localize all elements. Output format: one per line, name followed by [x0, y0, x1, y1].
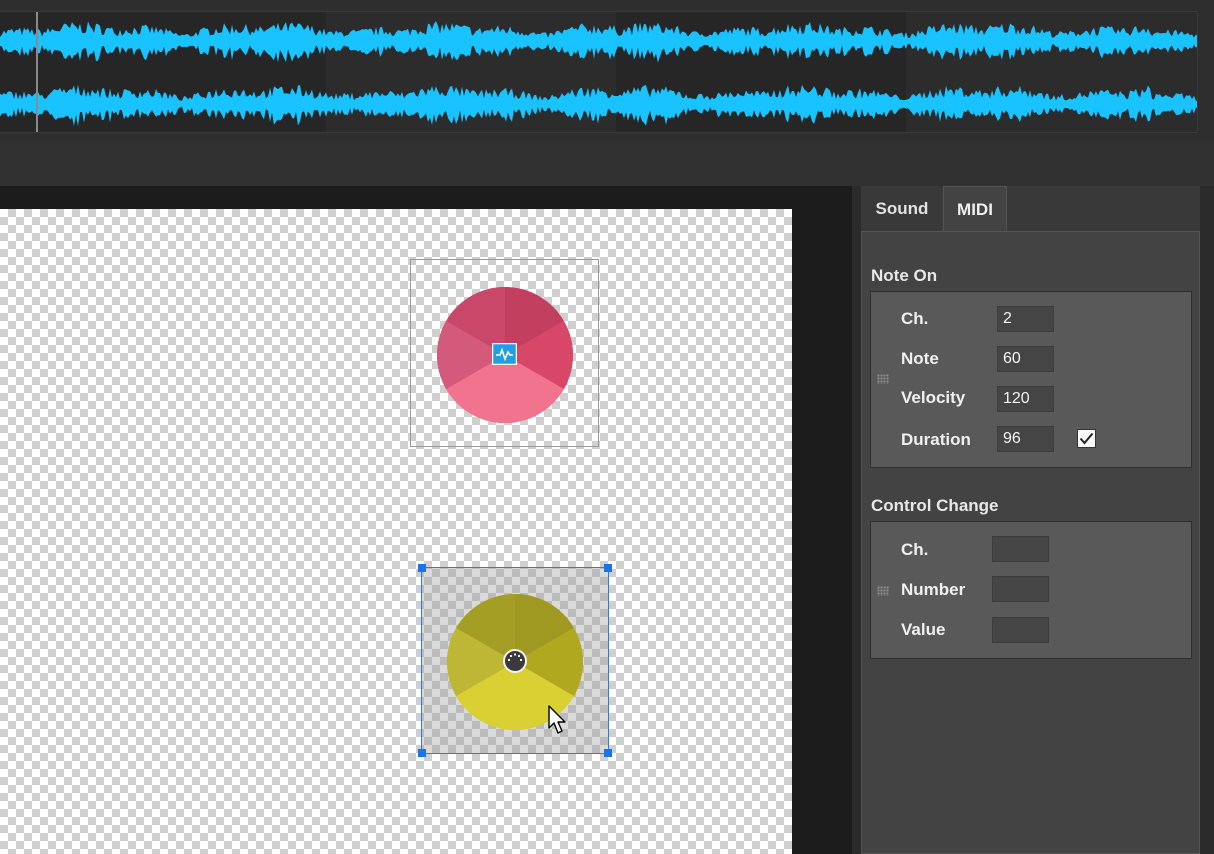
note-channel-input[interactable] [997, 306, 1054, 332]
midi-settings: Note On Ch. Note Velocity Duration Contr… [861, 231, 1200, 854]
control-change-group: Ch. Number Value [870, 521, 1192, 659]
waveform-display[interactable] [0, 11, 1198, 133]
note-number-input[interactable] [997, 346, 1054, 372]
mouse-pointer-icon [548, 705, 566, 734]
note-on-title: Note On [871, 266, 938, 285]
resize-handle-bottom-left[interactable] [418, 749, 426, 757]
playhead-line [36, 12, 38, 132]
tab-sound[interactable]: Sound [861, 186, 943, 231]
toolbar-strip [0, 140, 1214, 186]
velocity-label: Velocity [901, 388, 966, 407]
resize-handle-top-left[interactable] [418, 564, 426, 572]
knob-pad[interactable] [418, 564, 612, 757]
cc-value-label: Value [901, 620, 946, 639]
editor-canvas[interactable] [0, 209, 792, 854]
cc-number-label: Number [901, 580, 966, 599]
note-on-group: Ch. Note Velocity Duration [870, 291, 1192, 468]
waveform-area [0, 0, 1214, 140]
grip-handle-icon[interactable] [877, 586, 889, 596]
sound-pad[interactable] [410, 259, 599, 447]
tab-midi[interactable]: MIDI [943, 186, 1007, 232]
waveform-graph [0, 12, 1197, 132]
channel-label: Ch. [901, 309, 929, 328]
control-change-title: Control Change [871, 496, 999, 515]
cc-number-input[interactable] [992, 576, 1049, 602]
inspector-panel: Sound MIDI Note On Ch. Note Velocity Dur… [861, 186, 1200, 854]
resize-handle-bottom-right[interactable] [604, 749, 612, 757]
cc-channel-label: Ch. [901, 540, 929, 559]
duration-checkbox[interactable] [1077, 429, 1096, 448]
note-label: Note [901, 349, 939, 368]
cc-value-input[interactable] [992, 617, 1049, 643]
resize-handle-top-right[interactable] [604, 564, 612, 572]
checkmark-icon [1079, 432, 1094, 445]
velocity-input[interactable] [997, 386, 1054, 412]
grip-handle-icon[interactable] [877, 374, 889, 384]
duration-label: Duration [901, 430, 971, 449]
duration-input[interactable] [997, 426, 1054, 452]
knob-icon [503, 649, 527, 673]
cc-channel-input[interactable] [992, 536, 1049, 562]
waveform-icon [492, 343, 517, 365]
